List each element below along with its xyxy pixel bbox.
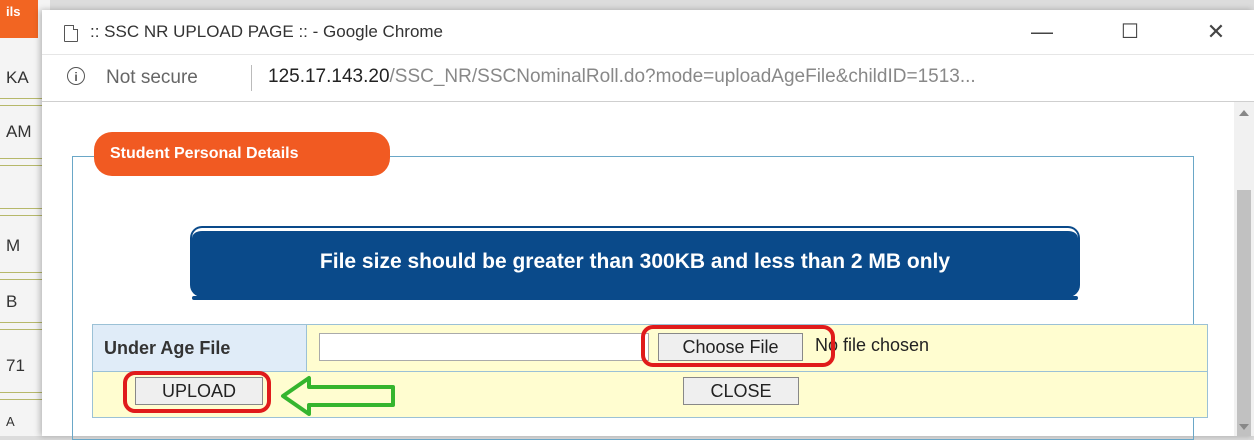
choose-file-highlight: [641, 325, 835, 367]
divider: [0, 392, 42, 400]
divider: [251, 65, 252, 91]
page-icon: [64, 25, 78, 42]
field-label: Under Age File: [93, 325, 307, 371]
file-size-notice: File size should be greater than 300KB a…: [192, 228, 1078, 295]
url-text[interactable]: 125.17.143.20/SSC_NR/SSCNominalRoll.do?m…: [268, 66, 976, 88]
info-icon[interactable]: i: [67, 67, 85, 85]
security-label[interactable]: Not secure: [106, 67, 198, 89]
scroll-thumb[interactable]: [1237, 190, 1251, 436]
divider: [0, 158, 42, 166]
file-row: Under Age File Choose File No file chose…: [93, 325, 1207, 372]
scroll-up-icon[interactable]: [1239, 110, 1249, 116]
file-path-input[interactable]: [319, 333, 649, 361]
green-arrow-icon: [281, 376, 395, 416]
divider: [0, 98, 42, 106]
divider: [0, 208, 42, 216]
background-tab: ils: [0, 0, 38, 38]
upload-form-table: Under Age File Choose File No file chose…: [92, 324, 1208, 418]
url-path: /SSC_NR/SSCNominalRoll.do?mode=uploadAge…: [389, 66, 976, 87]
address-bar[interactable]: i Not secure 125.17.143.20/SSC_NR/SSCNom…: [42, 55, 1254, 102]
maximize-button[interactable]: ☐: [1110, 16, 1150, 48]
page-content: Student Personal Details File size shoul…: [42, 102, 1234, 440]
url-host: 125.17.143.20: [268, 66, 390, 87]
close-button[interactable]: CLOSE: [683, 377, 799, 405]
title-bar: :: SSC NR UPLOAD PAGE :: - Google Chrome…: [42, 10, 1254, 55]
window-title: :: SSC NR UPLOAD PAGE :: - Google Chrome: [90, 22, 444, 41]
divider: [0, 322, 42, 330]
chrome-popup-window: :: SSC NR UPLOAD PAGE :: - Google Chrome…: [42, 10, 1254, 440]
minimize-button[interactable]: —: [1022, 16, 1062, 48]
close-window-button[interactable]: ✕: [1196, 16, 1236, 48]
section-legend: Student Personal Details: [94, 132, 390, 176]
vertical-scrollbar[interactable]: [1234, 102, 1254, 436]
notice-underline: [192, 296, 1078, 300]
scroll-down-icon[interactable]: [1239, 424, 1249, 430]
divider: [0, 272, 42, 280]
upload-highlight: [123, 371, 271, 413]
